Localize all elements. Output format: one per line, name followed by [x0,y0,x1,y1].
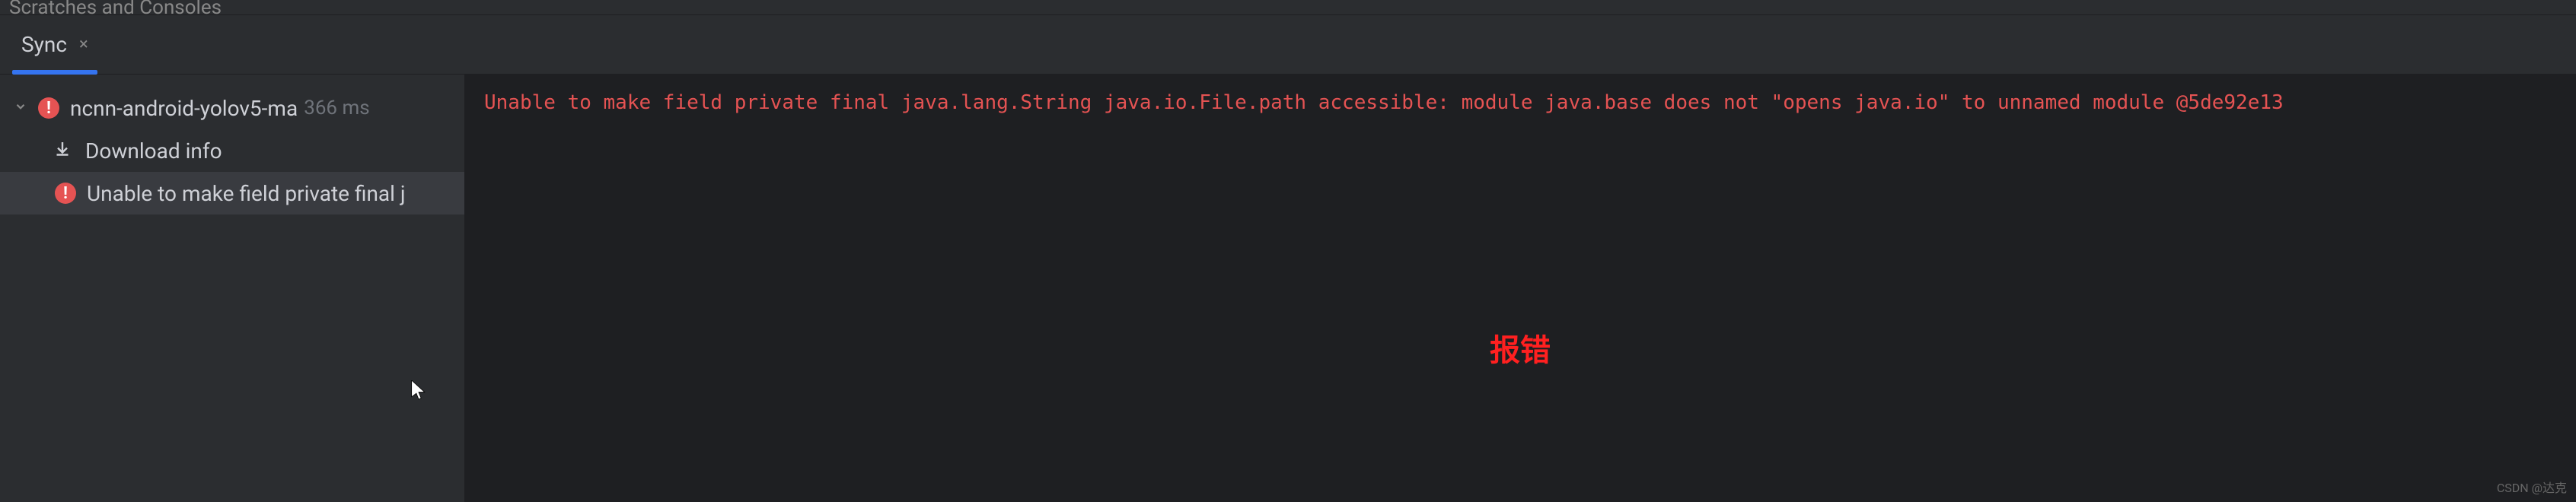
download-icon [53,138,75,164]
content-area: Unable to make field private final java.… [464,75,2576,502]
close-icon[interactable]: × [79,35,88,54]
tab-label: Sync [21,32,67,57]
cursor-icon [411,380,426,406]
tab-bar: Sync × [0,15,2576,75]
watermark: CSDN @达克 [2497,478,2567,496]
tree-download-label: Download info [85,138,222,164]
tree-root[interactable]: ! ncnn-android-yolov5-ma 366 ms [0,87,464,129]
top-label: Scratches and Consoles [9,6,222,9]
time-badge: 366 ms [304,97,370,119]
chevron-down-icon[interactable] [14,99,32,118]
tree-root-label: ncnn-android-yolov5-ma [70,96,298,121]
error-message: Unable to make field private final java.… [484,91,2556,114]
annotation-label: 报错 [1490,326,1551,370]
tree-error-item[interactable]: ! Unable to make field private final j [0,172,464,214]
top-truncated-bar: Scratches and Consoles [0,0,2576,15]
tree-download[interactable]: Download info [0,129,464,172]
error-icon: ! [38,97,59,119]
main-area: ! ncnn-android-yolov5-ma 366 ms Download… [0,75,2576,502]
error-icon: ! [55,183,76,204]
tree-error-label: Unable to make field private final j [87,181,406,206]
sidebar: ! ncnn-android-yolov5-ma 366 ms Download… [0,75,464,502]
tab-sync[interactable]: Sync × [0,15,110,75]
